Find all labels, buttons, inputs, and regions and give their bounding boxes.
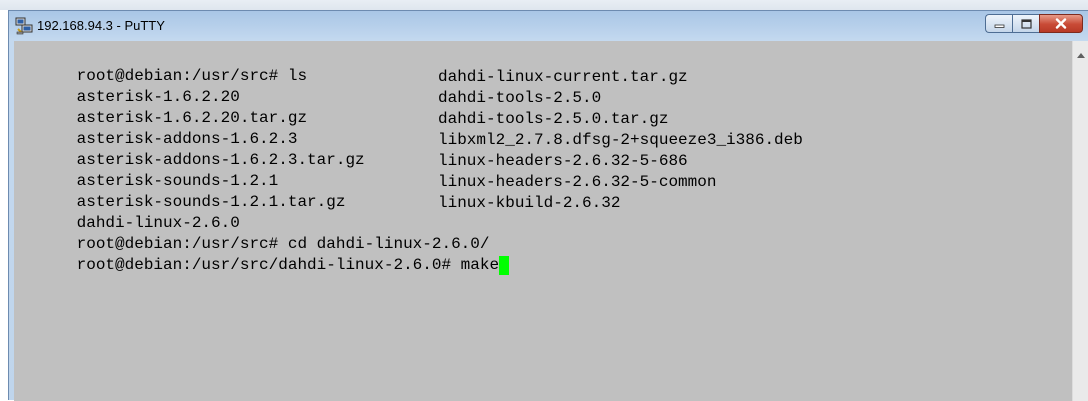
line-text-col2: linux-headers-2.6.32-5-common — [438, 173, 717, 191]
window-controls — [985, 14, 1083, 34]
terminal-line: root@debian:/usr/src# ls — [19, 46, 307, 85]
putty-window: 192.168.94.3 - PuTTY root@debian:/usr/sr… — [8, 10, 1088, 401]
line-text-col2: dahdi-tools-2.5.0 — [438, 89, 602, 107]
terminal-line: root@debian:/usr/src/dahdi-linux-2.6.0# … — [19, 235, 510, 275]
terminal-line: asterisk-addons-1.6.2.3 dahdi-tools-2.5.0… — [19, 109, 669, 148]
minimize-icon — [994, 24, 1004, 28]
scroll-up-arrow-icon[interactable] — [1077, 53, 1085, 58]
close-button[interactable] — [1039, 14, 1083, 33]
line-text-col2: linux-headers-2.6.32-5-686 — [438, 152, 688, 170]
minimize-button[interactable] — [985, 14, 1012, 33]
maximize-icon — [1020, 18, 1032, 29]
line-text-col2: linux-kbuild-2.6.32 — [438, 194, 621, 212]
line-text-col2: libxml2_2.7.8.dfsg-2+squeeze3_i386.deb — [438, 131, 803, 149]
desktop-top-strip — [0, 0, 1088, 10]
terminal-area[interactable]: root@debian:/usr/src# ls asterisk-1.6.2.… — [14, 41, 1072, 401]
terminal-line: asterisk-1.6.2.20 dahdi-linux-current.tar… — [19, 67, 688, 106]
terminal-line: asterisk-sounds-1.2.1 linux-headers-2.6.3… — [19, 151, 688, 190]
maximize-button[interactable] — [1012, 14, 1039, 33]
putty-computer-icon[interactable] — [15, 17, 33, 35]
terminal-cursor — [499, 256, 510, 275]
terminal-line: asterisk-sounds-1.2.1.tar.gz linux-header… — [19, 172, 717, 211]
terminal-line: asterisk-addons-1.6.2.3.tar.gz libxml2_2.… — [19, 130, 803, 169]
vertical-scrollbar[interactable] — [1072, 41, 1088, 401]
line-text-col2: dahdi-tools-2.5.0.tar.gz — [438, 110, 669, 128]
line-text: root@debian:/usr/src/dahdi-linux-2.6.0# … — [76, 256, 500, 274]
line-text-col2: dahdi-linux-current.tar.gz — [438, 68, 688, 86]
window-title: 192.168.94.3 - PuTTY — [37, 18, 165, 33]
terminal-line: dahdi-linux-2.6.0 linux-kbuild-2.6.32 — [19, 193, 621, 232]
terminal-line: asterisk-1.6.2.20.tar.gz dahdi-tools-2.5.… — [19, 88, 602, 127]
title-bar[interactable]: 192.168.94.3 - PuTTY — [9, 11, 1088, 41]
close-icon — [1055, 18, 1067, 29]
terminal-line: root@debian:/usr/src# cd dahdi-linux-2.6… — [19, 214, 490, 253]
